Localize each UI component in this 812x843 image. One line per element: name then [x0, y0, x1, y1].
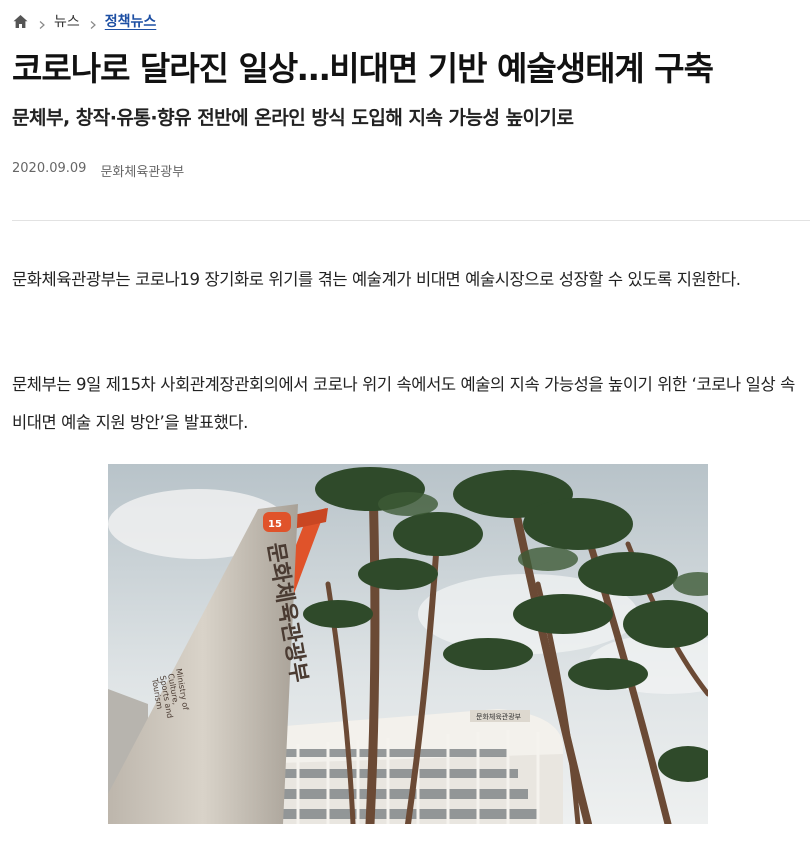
article-title: 코로나로 달라진 일상…비대면 기반 예술생태계 구축 [12, 49, 714, 88]
article-subtitle: 문체부, 창작·유통·향유 전반에 온라인 방식 도입해 지속 가능성 높이기로 [12, 107, 574, 129]
article-page: 뉴스 정책뉴스 코로나로 달라진 일상…비대면 기반 예술생태계 구축 문체부,… [0, 0, 812, 843]
article-paragraph-1: 문화체육관광부는 코로나19 장기화로 위기를 겪는 예술계가 비대면 예술시장… [12, 270, 741, 289]
building-sign: 문화체육관광부 [476, 712, 522, 721]
building: 문화체육관광부 [248, 709, 563, 824]
article-source: 문화체육관광부 [100, 165, 185, 180]
article-paragraph-2: 문체부는 9일 제15차 사회관계장관회의에서 코로나 위기 속에서도 예술의 … [12, 375, 795, 432]
home-icon[interactable] [12, 13, 29, 30]
breadcrumb-item-news[interactable]: 뉴스 [54, 11, 80, 31]
article-date: 2020.09.09 [12, 161, 87, 176]
chevron-right-icon [38, 17, 46, 29]
article-photo: 문화체육관광부 15 문화체육관광부 Ministry of Culture, … [108, 464, 708, 824]
breadcrumb-item-policy-news[interactable]: 정책뉴스 [105, 11, 157, 31]
divider [12, 220, 810, 221]
chevron-right-icon [89, 17, 97, 29]
breadcrumb: 뉴스 정책뉴스 [12, 10, 156, 32]
article-meta: 2020.09.09 문화체육관광부 [12, 161, 184, 180]
sign-badge: 15 [268, 519, 282, 530]
